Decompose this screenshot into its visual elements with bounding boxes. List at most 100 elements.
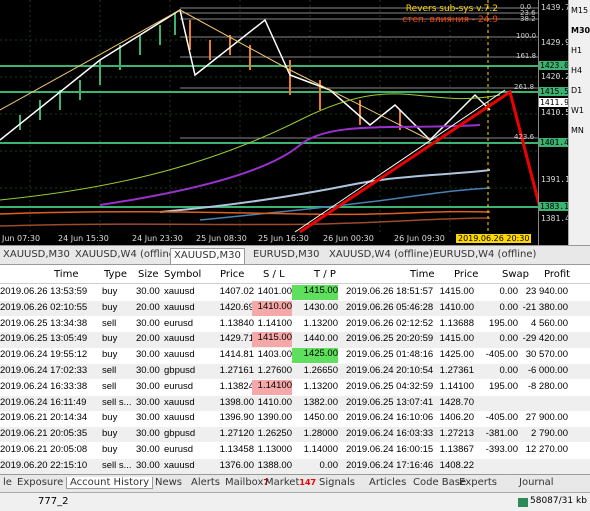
table-cell: 30.00 [136, 459, 160, 471]
x-label: 25 Jun 16:30 [258, 234, 309, 243]
table-row[interactable]: 2019.06.24 17:02:33 sell 30.00 gbpusd 1.2716… [0, 364, 590, 380]
table-row[interactable]: 2019.06.26 02:10:55 buy 20.00 xauusd 1420.69… [0, 300, 590, 316]
table-cell: 30.00 [136, 444, 160, 455]
terminal-tab[interactable]: Journal [516, 477, 557, 488]
table-row[interactable]: 2019.06.21 20:14:34 buy 30.00 xauusd 1396.90… [0, 411, 590, 427]
terminal-tab[interactable]: Account History [66, 477, 154, 489]
table-cell: 1420.69 [219, 301, 254, 313]
chart-tab[interactable]: EURUSD,M30 [250, 248, 322, 264]
col-header-time[interactable]: Time [54, 269, 78, 280]
timeframe-d1[interactable]: D1 [571, 86, 582, 95]
col-header-sl[interactable]: S / L [263, 269, 285, 280]
history-table-header: Time Type Size Symbol Price S / L T / P … [0, 266, 590, 284]
table-cell: 195.00 [488, 317, 518, 329]
table-cell: xauusd [164, 412, 195, 424]
table-cell: buy [102, 412, 118, 424]
table-cell: 1403.00 [257, 349, 292, 361]
col-header-close-price[interactable]: Price [454, 269, 478, 280]
table-cell: 1.13840 [219, 317, 254, 329]
chart-tab[interactable]: XAUUSD,W4 (offline) [326, 248, 436, 264]
table-cell: -405.00 [485, 349, 518, 361]
profile-name: 777_2 [38, 496, 69, 507]
table-cell: 1.27161 [219, 365, 254, 376]
table-row[interactable]: 2019.06.24 16:33:38 sell 30.00 eurusd 1.1382… [0, 379, 590, 395]
chart-canvas [0, 0, 538, 234]
table-row[interactable]: 2019.06.21 20:05:08 buy 30.00 eurusd 1.13458… [0, 443, 590, 459]
table-cell: 1.13688 [439, 317, 474, 329]
table-cell: 2019.06.24 16:03:33 [346, 428, 434, 440]
table-cell: 1450.00 [303, 412, 338, 424]
x-label: 26 Jun 09:30 [394, 234, 445, 243]
table-row[interactable]: 2019.06.25 13:34:38 sell 30.00 eurusd 1.1384… [0, 316, 590, 332]
table-row[interactable]: 2019.06.26 13:53:59 buy 30.00 xauusd 1407.02… [0, 285, 590, 301]
table-cell: 2019.06.24 19:55:12 [0, 349, 88, 361]
chart-tab[interactable]: XAUUSD,W4 (offline) [72, 248, 182, 264]
terminal-tab-label: Journal [519, 477, 554, 488]
timeframe-m30[interactable]: M30 [571, 26, 590, 35]
table-cell: 1376.00 [219, 459, 254, 471]
table-row[interactable]: 2019.06.21 20:05:35 buy 30.00 gbpusd 1.27120… [0, 427, 590, 443]
table-row[interactable]: 2019.06.25 13:05:49 buy 20.00 xauusd 1429.71… [0, 332, 590, 348]
table-cell: 1408.22 [439, 459, 474, 471]
col-header-symbol[interactable]: Symbol [164, 269, 201, 280]
table-cell: 1415.00 [439, 286, 474, 297]
terminal-tab[interactable]: Exposure [14, 477, 66, 488]
timeframe-m15[interactable]: M15 [571, 6, 588, 15]
col-header-profit[interactable]: Profit [544, 269, 570, 280]
col-header-size[interactable]: Size [138, 269, 159, 280]
timeframe-h1[interactable]: H1 [571, 46, 582, 55]
table-cell: 2019.06.25 13:34:38 [0, 317, 88, 329]
table-row[interactable]: 2019.06.24 16:11:49 sell s... 30.00 xauusd 1… [0, 395, 590, 411]
timeframe-panel: M15 M30 H1 H4 D1 W1 MN [568, 0, 590, 245]
table-cell: gbpusd [164, 428, 196, 440]
terminal-tab[interactable]: News [152, 477, 185, 488]
table-cell: sell s... [102, 396, 132, 408]
chart-tab[interactable]: XAUUSD,M30 [0, 248, 73, 264]
table-cell: 0.00 [499, 286, 519, 297]
table-cell: sell [102, 317, 117, 329]
table-cell: 30 570.00 [525, 349, 568, 361]
terminal-tab[interactable]: Articles [366, 477, 409, 488]
terminal-tab[interactable]: Signals [316, 477, 358, 488]
col-header-type[interactable]: Type [104, 269, 127, 280]
timeframe-w1[interactable]: W1 [571, 106, 584, 115]
table-cell: 1398.00 [219, 396, 254, 408]
table-row[interactable]: 2019.06.24 19:55:12 buy 30.00 xauusd 1414.81… [0, 348, 590, 364]
table-cell: 2019.06.26 13:53:59 [0, 286, 88, 297]
col-header-price[interactable]: Price [220, 269, 244, 280]
terminal-tab[interactable]: Alerts [188, 477, 223, 488]
table-cell: 1.13000 [257, 444, 292, 455]
x-label: 26 Jun 00:30 [323, 234, 374, 243]
terminal-tab[interactable]: Market147 [262, 477, 319, 488]
table-cell: 2019.06.26 02:10:55 [0, 301, 88, 313]
table-cell: eurusd [164, 317, 194, 329]
table-cell: 1410.00 [252, 300, 292, 316]
table-cell: -8 280.00 [527, 380, 568, 392]
table-cell: 1440.00 [303, 333, 338, 345]
table-cell: xauusd [164, 286, 195, 297]
col-header-close-time[interactable]: Time [410, 269, 434, 280]
timeframe-mn[interactable]: MN [571, 126, 584, 135]
chart-tab[interactable]: EURUSD,W4 (offline) [430, 248, 539, 264]
col-header-swap[interactable]: Swap [502, 269, 529, 280]
table-cell: 1.14100 [439, 380, 474, 392]
terminal-tab-label: Experts [459, 477, 497, 488]
price-chart[interactable]: Revers sub-sys v.7.2 степ. влияния - 24.… [0, 0, 538, 245]
table-cell: 2019.06.26 02:12:52 [346, 317, 434, 329]
table-cell: 1.14000 [303, 444, 338, 455]
table-row[interactable]: 2019.06.20 22:15:10 sell s... 30.00 xauusd 1… [0, 458, 590, 474]
table-cell: 20.00 [136, 301, 160, 313]
table-cell: 1.27361 [439, 365, 474, 376]
col-header-tp[interactable]: T / P [314, 269, 336, 280]
chart-tab-active[interactable]: XAUUSD,M30 [170, 248, 245, 264]
fib-level-100: 100.0 [516, 32, 537, 40]
table-cell: 1430.00 [303, 301, 338, 313]
terminal-tab[interactable]: le [0, 477, 15, 488]
fib-level-4236: 423.6 [514, 133, 535, 141]
terminal-tab[interactable]: Experts [456, 477, 500, 488]
table-cell: 2019.06.21 20:05:35 [0, 428, 88, 440]
table-cell: 2019.06.24 16:00:15 [346, 444, 434, 455]
price-axis: 1439.70 1429.90 1423.07 1420.20 1415.59 … [538, 0, 575, 245]
table-cell: 1.27600 [257, 365, 292, 376]
timeframe-h4[interactable]: H4 [571, 66, 582, 75]
